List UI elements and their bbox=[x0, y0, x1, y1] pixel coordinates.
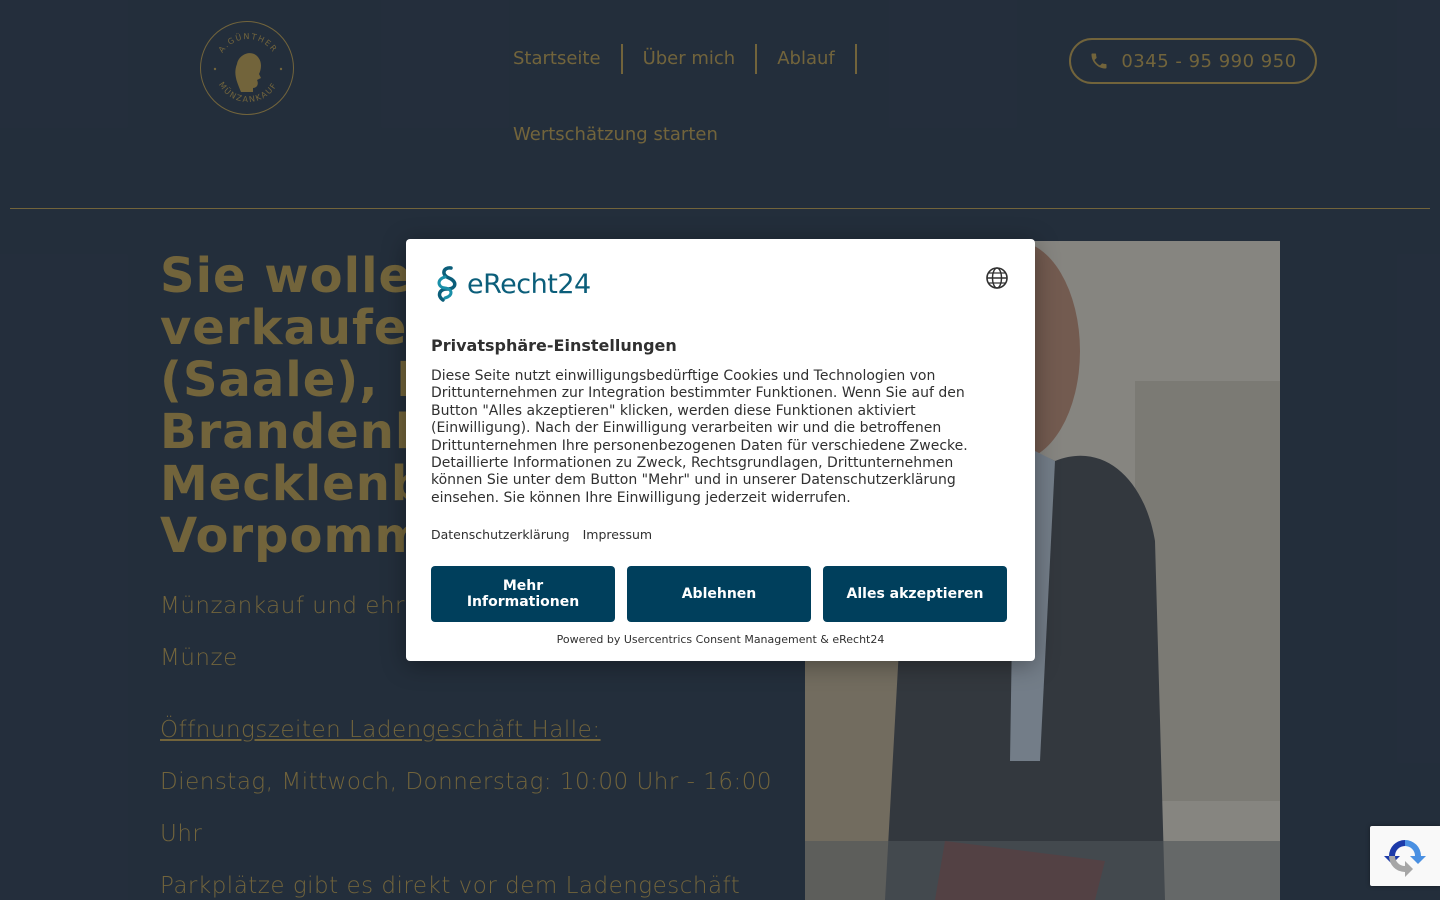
consent-buttons: Mehr Informationen Ablehnen Alles akzept… bbox=[431, 566, 1007, 622]
more-info-label: Informationen bbox=[466, 594, 580, 610]
more-info-label: Mehr bbox=[502, 578, 544, 594]
paragraph-icon bbox=[437, 266, 457, 302]
erecht24-logo: eRecht24 bbox=[431, 265, 591, 303]
consent-description: Diese Seite nutzt einwilligungsbedürftig… bbox=[431, 368, 968, 506]
consent-links: Datenschutzerklärung Impressum bbox=[431, 527, 652, 542]
consent-dialog: eRecht24 Privatsphäre-Einstellungen Dies… bbox=[406, 239, 1035, 661]
consent-footer: Powered by Usercentrics Consent Manageme… bbox=[556, 633, 885, 646]
consent-title: Privatsphäre-Einstellungen bbox=[431, 336, 677, 355]
privacy-policy-link[interactable]: Datenschutzerklärung bbox=[431, 527, 570, 542]
globe-icon[interactable] bbox=[985, 266, 1009, 290]
accept-all-button[interactable]: Alles akzeptieren bbox=[823, 566, 1007, 622]
imprint-link[interactable]: Impressum bbox=[583, 527, 652, 542]
brand-name: eRecht24 bbox=[467, 268, 591, 300]
more-info-button[interactable]: Mehr Informationen bbox=[431, 566, 615, 622]
recaptcha-badge[interactable] bbox=[1370, 826, 1440, 886]
recaptcha-icon bbox=[1384, 840, 1426, 877]
page: A.GÜNTHER MÜNZANKAUF Startseite Über mic… bbox=[0, 0, 1440, 900]
decline-button[interactable]: Ablehnen bbox=[627, 566, 811, 622]
